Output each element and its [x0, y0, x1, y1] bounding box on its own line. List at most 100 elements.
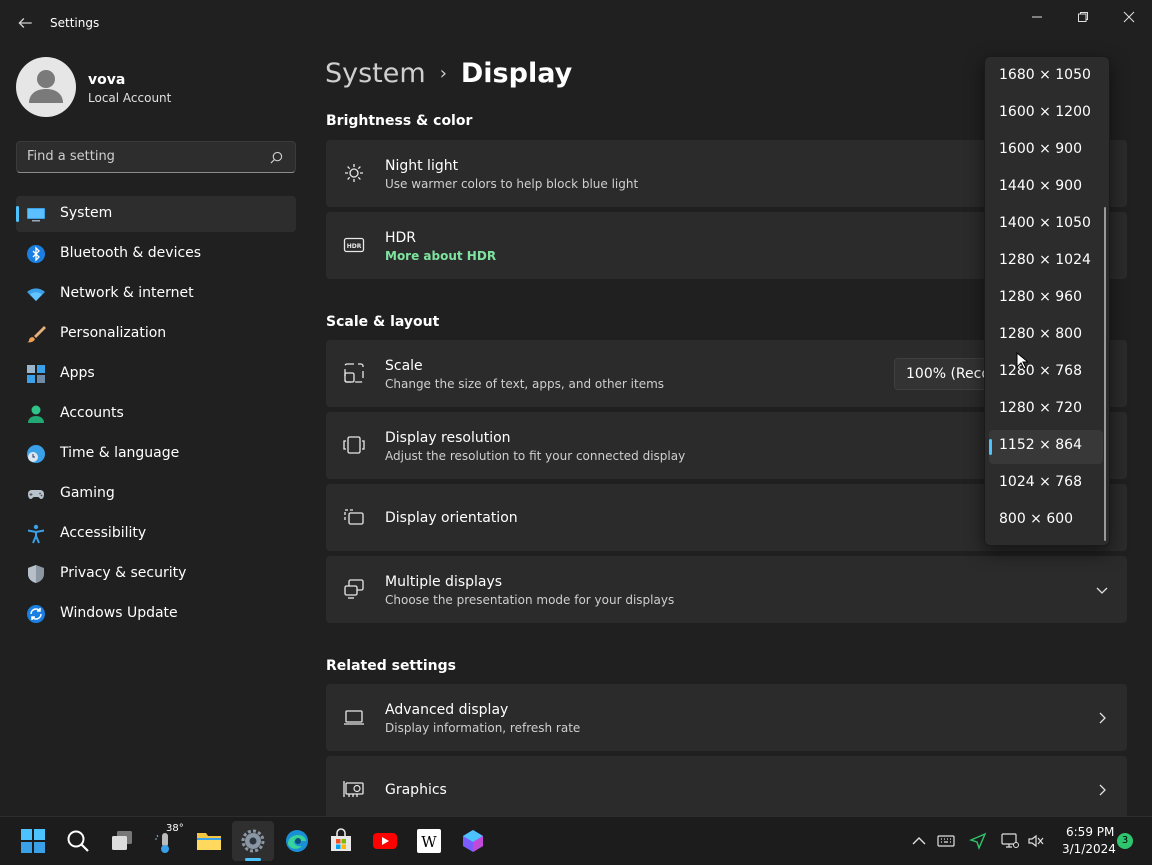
restore-icon — [1078, 12, 1088, 22]
card-subtitle: Adjust the resolution to fit your connec… — [385, 449, 686, 463]
resolution-option[interactable]: 1400 × 1050 — [989, 208, 1103, 242]
card-title: HDR — [385, 230, 417, 246]
card-title: Display orientation — [385, 510, 518, 526]
resolution-option[interactable]: 1024 × 768 — [989, 467, 1103, 501]
windows-start-icon[interactable] — [20, 828, 46, 854]
sidebar-item-system[interactable]: System — [16, 196, 296, 232]
close-button[interactable] — [1117, 8, 1141, 26]
mouse-cursor-icon — [1016, 352, 1028, 370]
resolution-option[interactable]: 1280 × 720 — [989, 393, 1103, 427]
sidebar-nav: System Bluetooth & devices Network & int… — [16, 196, 296, 636]
breadcrumb-parent[interactable]: System — [325, 58, 426, 89]
search-icon[interactable] — [65, 828, 91, 854]
copilot-icon[interactable] — [460, 828, 486, 854]
file-explorer-icon[interactable] — [196, 828, 222, 854]
search-input[interactable] — [27, 149, 257, 164]
chevron-down-icon[interactable] — [1095, 583, 1109, 597]
sidebar-item-windows-update[interactable]: Windows Update — [16, 596, 296, 632]
sidebar-item-accounts[interactable]: Accounts — [16, 396, 296, 432]
resolution-option[interactable]: 1600 × 1200 — [989, 97, 1103, 131]
chevron-right-icon[interactable] — [1095, 711, 1109, 725]
sidebar-item-privacy[interactable]: Privacy & security — [16, 556, 296, 592]
sidebar-item-label: Apps — [60, 365, 95, 381]
graphics-card[interactable]: Graphics — [326, 756, 1127, 816]
breadcrumb: System › Display — [325, 58, 572, 89]
volume-muted-icon[interactable] — [1027, 832, 1045, 850]
resolution-option[interactable]: 1440 × 900 — [989, 171, 1103, 205]
resolution-option[interactable]: 1280 × 800 — [989, 319, 1103, 353]
resolution-option[interactable]: 1152 × 864 — [989, 430, 1103, 464]
resolution-option-label: 1600 × 1200 — [999, 104, 1091, 120]
resolution-option[interactable]: 1680 × 1050 — [989, 60, 1103, 94]
resolution-option[interactable]: 800 × 600 — [989, 504, 1103, 538]
youtube-icon[interactable] — [372, 828, 398, 854]
chevron-right-icon[interactable] — [1095, 783, 1109, 797]
edge-browser-icon[interactable] — [284, 828, 310, 854]
resolution-option-label: 1280 × 720 — [999, 400, 1082, 416]
more-about-hdr-link[interactable]: More about HDR — [385, 249, 496, 263]
sidebar-item-accessibility[interactable]: Accessibility — [16, 516, 296, 552]
sidebar-item-time-language[interactable]: Time & language — [16, 436, 296, 472]
clock-date[interactable]: 3/1/2024 — [1062, 842, 1116, 856]
section-heading-scale: Scale & layout — [326, 314, 440, 330]
sidebar-item-gaming[interactable]: Gaming — [16, 476, 296, 512]
card-title: Display resolution — [385, 430, 511, 446]
app-title: Settings — [50, 16, 100, 30]
card-subtitle: Choose the presentation mode for your di… — [385, 593, 675, 607]
wikipedia-icon[interactable]: W — [416, 828, 442, 854]
multiple-displays-icon — [344, 579, 364, 599]
keyboard-icon[interactable] — [937, 832, 955, 850]
card-subtitle: Display information, refresh rate — [385, 721, 581, 735]
section-heading-brightness: Brightness & color — [326, 113, 473, 129]
settings-gear-icon[interactable] — [240, 828, 266, 854]
search-box[interactable] — [16, 141, 296, 173]
resolution-option[interactable]: 1280 × 960 — [989, 282, 1103, 316]
sidebar-item-network[interactable]: Network & internet — [16, 276, 296, 312]
person-icon — [28, 405, 44, 423]
sidebar-item-label: Privacy & security — [60, 565, 187, 581]
sidebar-item-bluetooth[interactable]: Bluetooth & devices — [16, 236, 296, 272]
sidebar-item-label: Time & language — [60, 445, 180, 461]
orientation-icon — [344, 509, 364, 525]
resolution-option-label: 1024 × 768 — [999, 474, 1082, 490]
send-location-icon[interactable] — [969, 832, 987, 850]
sidebar-item-label: Accessibility — [60, 525, 147, 541]
back-arrow-icon[interactable] — [16, 14, 34, 32]
hdr-icon: HDR — [343, 237, 365, 253]
sidebar-item-label: Accounts — [60, 405, 124, 421]
avatar[interactable] — [16, 57, 76, 117]
user-avatar-icon — [29, 70, 63, 103]
microsoft-store-icon[interactable] — [328, 828, 354, 854]
minimize-button[interactable] — [1025, 8, 1049, 26]
restore-button[interactable] — [1071, 8, 1095, 26]
card-title: Graphics — [385, 782, 447, 798]
paintbrush-icon — [27, 326, 46, 343]
resolution-dropdown-list[interactable]: 1680 × 1050 1600 × 1200 1600 × 900 1440 × 9… — [984, 56, 1110, 546]
apps-icon — [27, 365, 45, 383]
sidebar-item-personalization[interactable]: Personalization — [16, 316, 296, 352]
resolution-option-label: 1600 × 900 — [999, 141, 1082, 157]
task-view-icon[interactable] — [109, 828, 135, 854]
accessibility-icon — [27, 524, 45, 544]
resolution-option[interactable]: 1600 × 900 — [989, 134, 1103, 168]
dropdown-scrollbar[interactable] — [1104, 207, 1106, 541]
network-display-icon[interactable] — [1001, 832, 1019, 850]
resolution-option[interactable]: 1280 × 1024 — [989, 245, 1103, 279]
multiple-displays-card[interactable]: Multiple displays Choose the presentatio… — [326, 556, 1127, 623]
sidebar-item-label: Personalization — [60, 325, 167, 341]
graphics-card-icon — [343, 781, 364, 797]
resolution-option[interactable]: 1280 × 768 — [989, 356, 1103, 390]
page-title: Display — [460, 58, 573, 89]
resolution-option-label: 1152 × 864 — [999, 437, 1082, 453]
notification-count-badge[interactable]: 3 — [1117, 833, 1133, 849]
title-bar: Settings — [0, 0, 1152, 48]
resolution-option-label: 1280 × 960 — [999, 289, 1082, 305]
advanced-display-card[interactable]: Advanced display Display information, re… — [326, 684, 1127, 751]
svg-text:W: W — [421, 833, 437, 851]
sidebar-item-label: Bluetooth & devices — [60, 245, 202, 261]
resolution-option-label: 1280 × 1024 — [999, 252, 1091, 268]
sidebar-item-apps[interactable]: Apps — [16, 356, 296, 392]
clock-time[interactable]: 6:59 PM — [1066, 825, 1114, 839]
search-icon[interactable] — [270, 151, 283, 164]
chevron-up-icon[interactable] — [910, 832, 928, 850]
